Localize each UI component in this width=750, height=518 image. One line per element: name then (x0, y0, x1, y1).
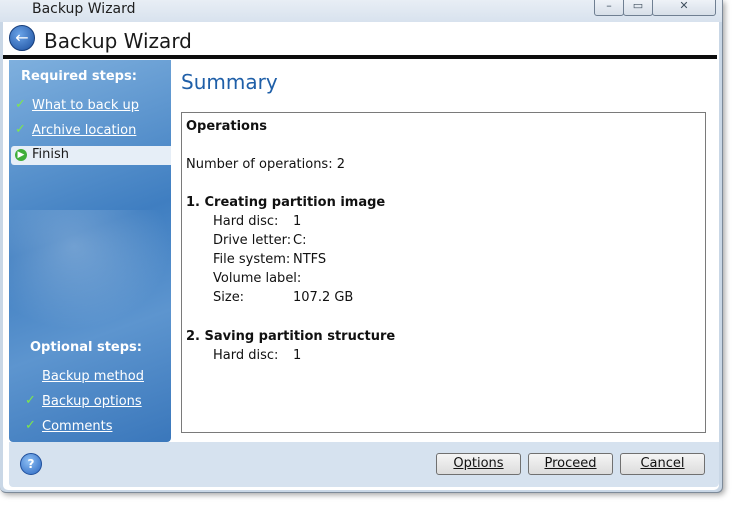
operations-count: Number of operations: 2 (186, 157, 345, 172)
checkmark-icon: ✓ (15, 97, 26, 112)
operation-1-title: 1. Creating partition image (186, 195, 386, 210)
proceed-button[interactable]: Proceed (528, 453, 613, 475)
page-title: Summary (181, 70, 278, 94)
wizard-header: ← Backup Wizard (3, 22, 719, 56)
step-what-to-back-up[interactable]: What to back up (32, 98, 139, 113)
wizard-window: Backup Wizard – ▭ ✕ ← Backup Wizard Requ… (0, 0, 723, 493)
wizard-footer: ? Options Proceed Cancel (9, 442, 719, 487)
step-backup-method[interactable]: Backup method (42, 369, 144, 384)
steps-sidebar: Required steps: ✓ What to back up ✓ Arch… (9, 60, 171, 442)
window-title: Backup Wizard (32, 1, 136, 17)
op1-file-system-label: File system: (213, 252, 291, 267)
minimize-button[interactable]: – (594, 0, 624, 16)
required-steps-heading: Required steps: (21, 69, 137, 84)
sidebar-decoration (9, 210, 171, 330)
op1-file-system-value: NTFS (293, 252, 327, 267)
step-archive-location[interactable]: Archive location (32, 123, 136, 138)
step-comments[interactable]: Comments (42, 419, 112, 434)
checkmark-icon: ✓ (15, 122, 26, 137)
cancel-button[interactable]: Cancel (620, 453, 705, 475)
back-arrow-icon[interactable]: ← (9, 25, 35, 51)
header-divider (3, 55, 717, 59)
optional-steps-heading: Optional steps: (30, 340, 142, 355)
op1-size-label: Size: (213, 290, 245, 305)
operations-heading: Operations (186, 119, 267, 134)
op1-volume-label-label: Volume label: (213, 271, 302, 286)
step-backup-options[interactable]: Backup options (42, 394, 142, 409)
op1-hard-disc-label: Hard disc: (213, 214, 279, 229)
options-button[interactable]: Options (436, 453, 521, 475)
maximize-button[interactable]: ▭ (623, 0, 653, 16)
header-title: Backup Wizard (44, 29, 192, 53)
op1-size-value: 107.2 GB (293, 290, 354, 305)
checkmark-icon: ✓ (25, 393, 36, 408)
op1-hard-disc-value: 1 (293, 214, 302, 229)
close-button[interactable]: ✕ (652, 0, 716, 16)
operation-2-title: 2. Saving partition structure (186, 329, 396, 344)
window-controls: – ▭ ✕ (594, 0, 716, 16)
title-bar: Backup Wizard – ▭ ✕ (0, 0, 722, 22)
checkmark-icon: ✓ (25, 418, 36, 433)
step-finish-label: Finish (32, 147, 70, 162)
op2-hard-disc-label: Hard disc: (213, 348, 279, 363)
op1-drive-letter-value: C: (293, 233, 307, 248)
op2-hard-disc-value: 1 (293, 348, 302, 363)
summary-panel: Operations Number of operations: 2 1. Cr… (181, 112, 706, 433)
step-finish[interactable]: ▶ Finish (11, 146, 171, 165)
current-step-arrow-icon: ▶ (15, 149, 27, 161)
help-icon[interactable]: ? (20, 453, 42, 475)
op1-drive-letter-label: Drive letter: (213, 233, 292, 248)
